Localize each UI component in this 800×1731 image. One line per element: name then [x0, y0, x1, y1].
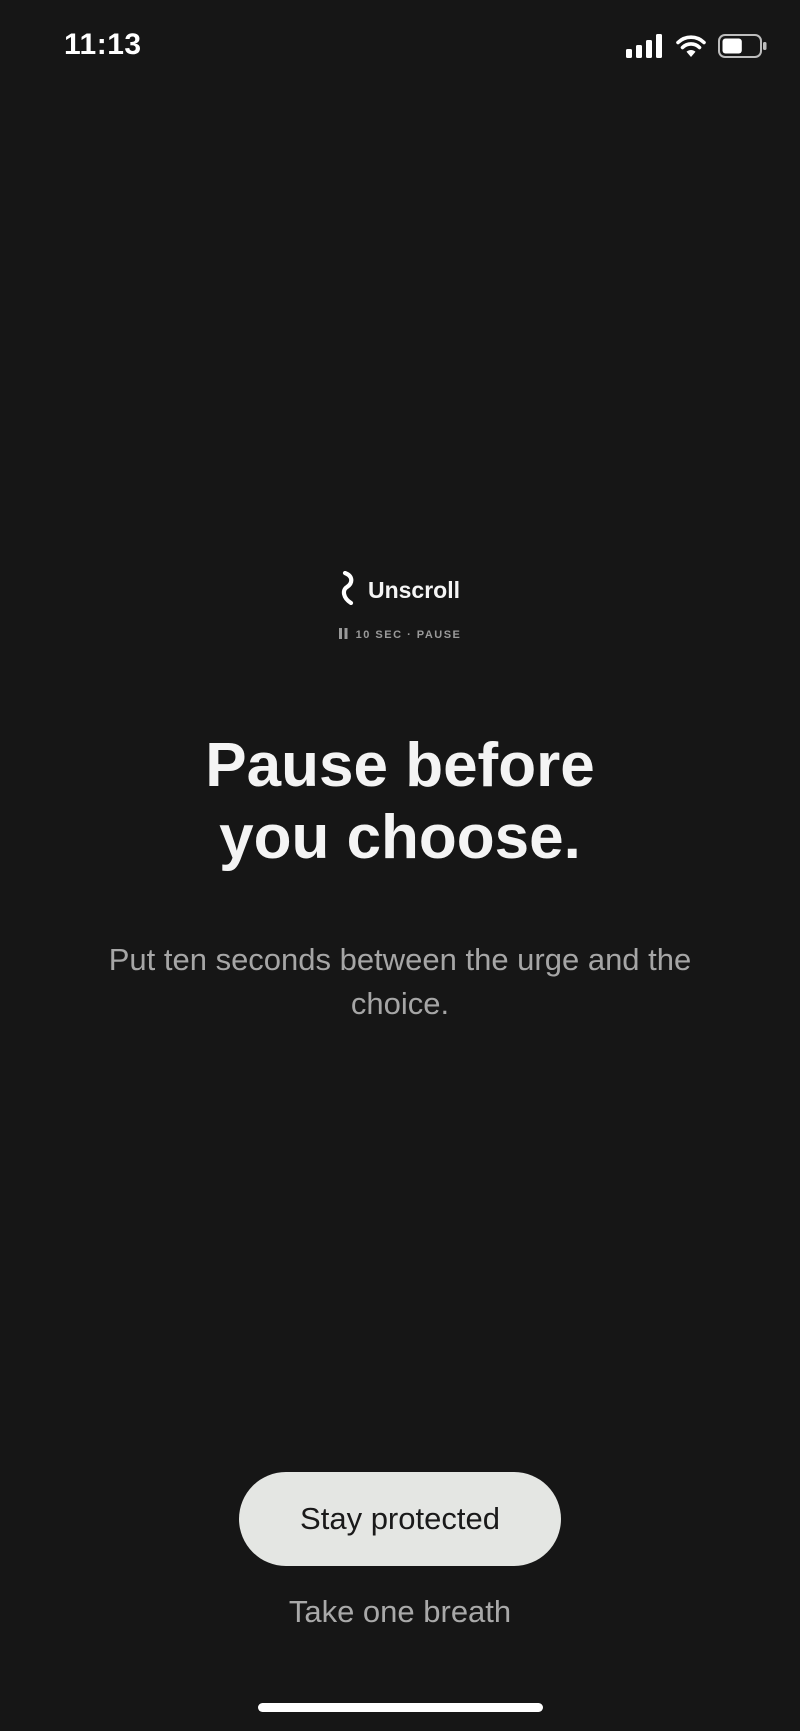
unscroll-logo-icon: [340, 570, 358, 610]
stay-protected-button[interactable]: Stay protected: [239, 1472, 561, 1566]
mode-label: 10 SEC · PAUSE: [355, 629, 462, 641]
status-bar: 11:13: [0, 0, 800, 100]
headline-line-2: you choose.: [219, 803, 581, 872]
wifi-icon: [676, 34, 706, 63]
brand: Unscroll: [340, 570, 460, 610]
battery-icon: [718, 33, 768, 64]
take-one-breath-link[interactable]: Take one breath: [200, 1594, 600, 1630]
mode-indicator: 10 SEC · PAUSE: [338, 628, 462, 642]
brand-name: Unscroll: [367, 576, 461, 603]
subtitle: Put ten seconds between the urge and the…: [108, 942, 692, 1021]
status-icons: [626, 33, 768, 64]
status-time: 11:13: [64, 28, 142, 61]
page-title: Pause before you choose.: [0, 730, 800, 874]
battery-level: [722, 38, 742, 53]
headline-line-1: Pause before: [205, 731, 595, 800]
brand-block: Unscroll 10 SEC · PAUSE: [0, 570, 800, 644]
pause-icon: [338, 628, 348, 642]
home-indicator[interactable]: [258, 1703, 543, 1712]
cellular-signal-icon: [626, 33, 664, 63]
